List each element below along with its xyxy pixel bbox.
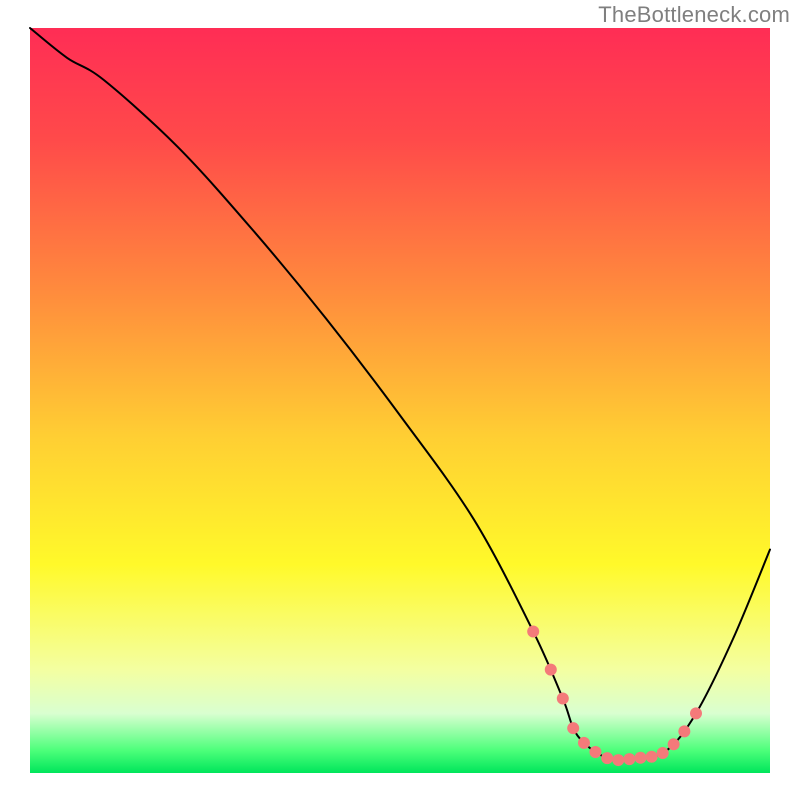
- optimal-range-dot: [690, 707, 702, 719]
- optimal-range-dot: [668, 738, 680, 750]
- optimal-range-dot: [635, 752, 647, 764]
- plot-background: [30, 28, 770, 773]
- optimal-range-dot: [567, 722, 579, 734]
- optimal-range-dot: [678, 725, 690, 737]
- attribution-label: TheBottleneck.com: [598, 2, 790, 28]
- bottleneck-chart: [0, 0, 800, 800]
- optimal-range-dot: [657, 747, 669, 759]
- optimal-range-dot: [527, 625, 539, 637]
- optimal-range-dot: [601, 752, 613, 764]
- optimal-range-dot: [623, 753, 635, 765]
- optimal-range-dot: [612, 754, 624, 766]
- optimal-range-dot: [545, 664, 557, 676]
- chart-container: TheBottleneck.com: [0, 0, 800, 800]
- optimal-range-dot: [589, 746, 601, 758]
- optimal-range-dot: [646, 751, 658, 763]
- optimal-range-dot: [557, 693, 569, 705]
- optimal-range-dot: [578, 737, 590, 749]
